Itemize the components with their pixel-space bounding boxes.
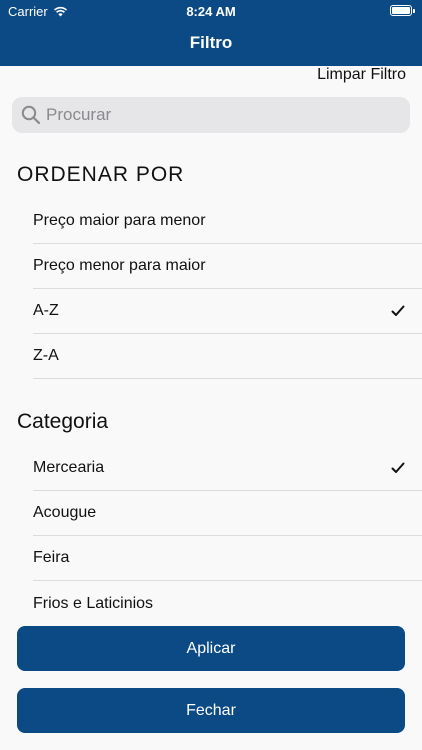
- sort-option-label: Preço maior para menor: [33, 212, 206, 229]
- sort-option-a-z[interactable]: A-Z: [33, 289, 422, 334]
- status-time: 8:24 AM: [186, 4, 236, 19]
- status-bar: Carrier 8:24 AM: [0, 0, 422, 22]
- sort-option-label: Z-A: [33, 347, 59, 364]
- sort-option-label: Preço menor para maior: [33, 257, 206, 274]
- page-title: Filtro: [189, 33, 233, 52]
- header: Carrier 8:24 AM Filtro: [0, 0, 422, 66]
- category-item-feira[interactable]: Feira: [33, 536, 422, 581]
- battery-icon: [390, 5, 415, 16]
- category-item-mercearia[interactable]: Mercearia: [33, 446, 422, 491]
- close-button[interactable]: Fechar: [17, 688, 405, 733]
- search-icon: [21, 105, 41, 125]
- category-section-title: Categoria: [17, 410, 109, 433]
- category-item-label: Frios e Laticinios: [33, 594, 154, 612]
- sort-section-title: ORDENAR POR: [17, 163, 185, 186]
- sort-option-z-a[interactable]: Z-A: [33, 334, 422, 379]
- category-item-frios-laticinios[interactable]: Frios e Laticinios: [33, 581, 422, 626]
- clear-filter-button[interactable]: Limpar Filtro: [317, 66, 406, 84]
- category-item-label: Acougue: [33, 504, 97, 521]
- sort-option-label: A-Z: [33, 302, 59, 319]
- checkmark-icon: [391, 462, 405, 473]
- sort-option-price-asc[interactable]: Preço menor para maior: [33, 244, 422, 289]
- search-input[interactable]: [46, 105, 386, 125]
- category-item-label: Feira: [33, 549, 70, 566]
- category-item-label: Mercearia: [33, 459, 105, 476]
- apply-button[interactable]: Aplicar: [17, 626, 405, 671]
- checkmark-icon: [391, 305, 405, 316]
- category-item-acougue[interactable]: Acougue: [33, 491, 422, 536]
- sort-option-price-desc[interactable]: Preço maior para menor: [33, 199, 422, 244]
- battery-fill: [392, 7, 410, 14]
- sort-options-list: Preço maior para menor Preço menor para …: [33, 199, 422, 379]
- search-bar[interactable]: [12, 97, 410, 133]
- category-list: Mercearia Acougue Feira Frios e Laticini…: [33, 446, 422, 626]
